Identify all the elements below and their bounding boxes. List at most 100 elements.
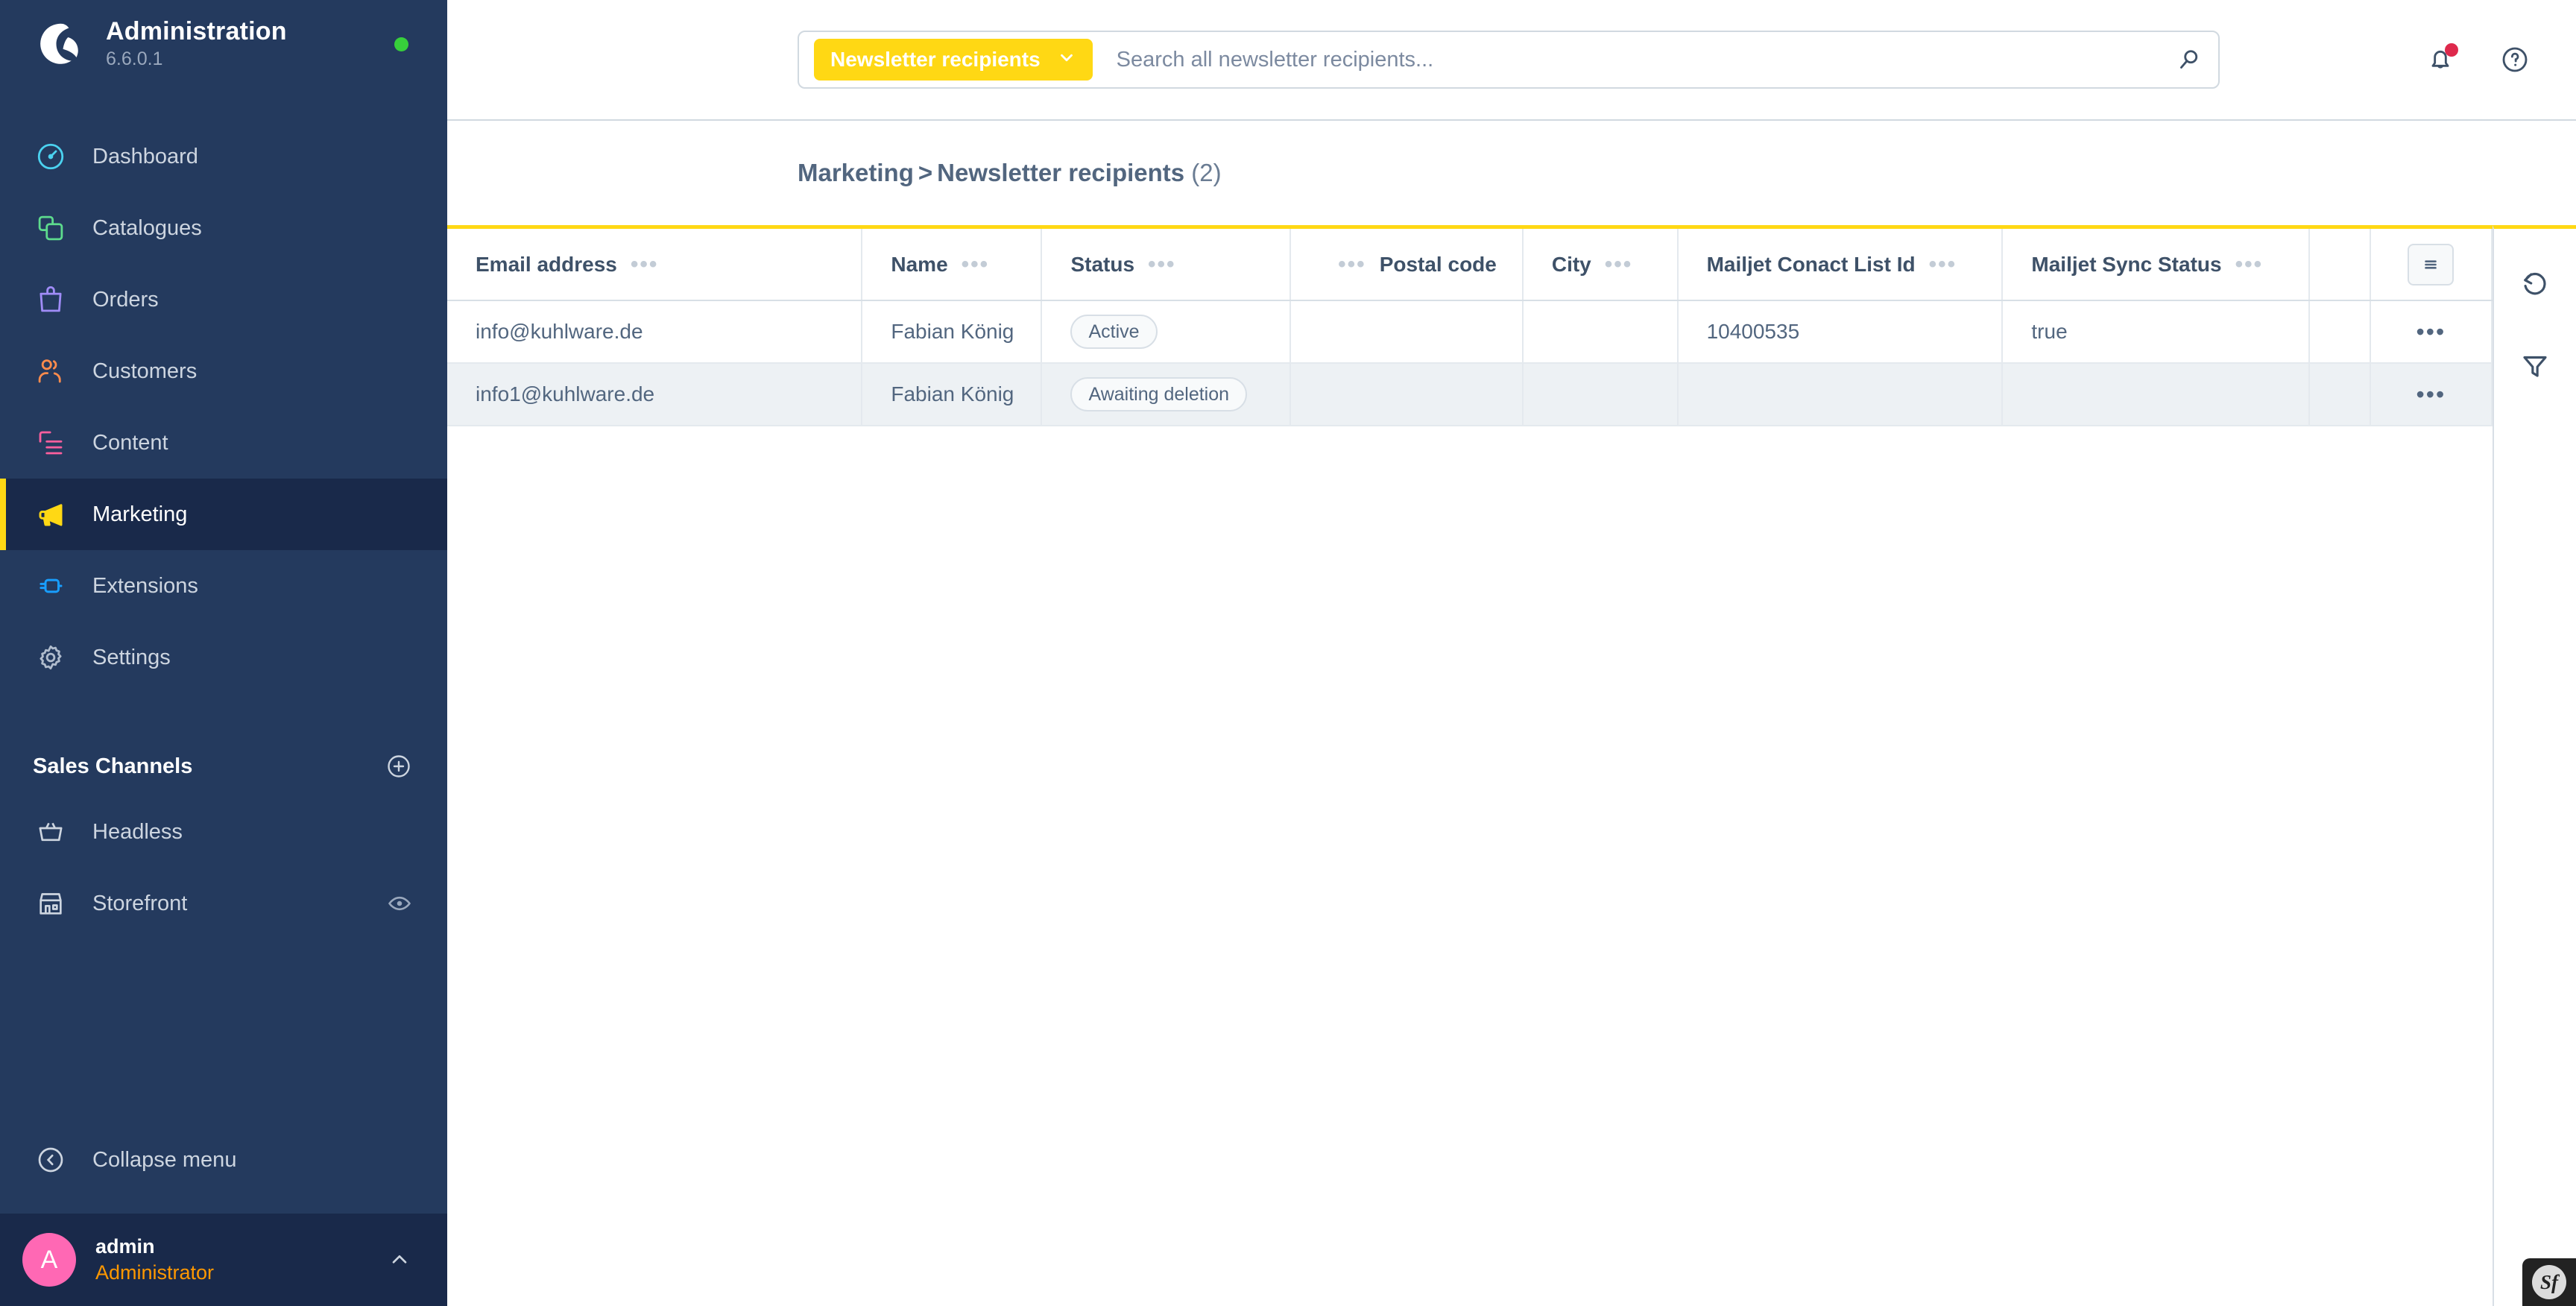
basket-icon bbox=[33, 814, 69, 850]
brand-header: Administration 6.6.0.1 bbox=[0, 0, 447, 88]
filter-funnel-icon[interactable] bbox=[2515, 345, 2555, 385]
sidebar-item-content[interactable]: Content bbox=[0, 407, 447, 479]
symfony-logo-icon: Sf bbox=[2532, 1265, 2566, 1299]
cell-mailjet-contact-list-id: 10400535 bbox=[1677, 300, 2004, 364]
main-navigation: Dashboard Catalogues Orders Customers Co… bbox=[0, 121, 447, 693]
cell-row-actions[interactable]: ••• bbox=[2370, 363, 2493, 426]
breadcrumb-parent[interactable]: Marketing bbox=[798, 159, 914, 186]
cell-email-address[interactable]: info1@kuhlware.de bbox=[447, 363, 863, 426]
sidebar-item-storefront[interactable]: Storefront bbox=[0, 868, 447, 939]
content-area: Email address ••• Name ••• Status ••• Po… bbox=[447, 225, 2576, 1306]
record-count: (2) bbox=[1191, 159, 1222, 186]
sidebar-item-label: Catalogues bbox=[92, 215, 202, 240]
cell-spacer bbox=[2309, 363, 2371, 426]
sidebar-item-label: Marketing bbox=[92, 502, 188, 526]
cell-email-address[interactable]: info@kuhlware.de bbox=[447, 300, 863, 364]
sidebar-item-dashboard[interactable]: Dashboard bbox=[0, 121, 447, 192]
catalogue-stack-icon bbox=[33, 210, 69, 246]
avatar-initial: A bbox=[40, 1245, 58, 1274]
sidebar-item-label: Content bbox=[92, 430, 168, 455]
column-menu-icon[interactable]: ••• bbox=[1338, 253, 1366, 276]
table-row[interactable]: info@kuhlware.de Fabian König Active 104… bbox=[447, 300, 2493, 364]
data-grid-zone: Email address ••• Name ••• Status ••• Po… bbox=[447, 225, 2493, 1306]
column-header-city[interactable]: City ••• bbox=[1522, 229, 1679, 301]
brand-version: 6.6.0.1 bbox=[106, 48, 163, 69]
column-header-email-address[interactable]: Email address ••• bbox=[447, 229, 863, 301]
column-header-settings[interactable] bbox=[2370, 229, 2493, 301]
column-label: City bbox=[1551, 252, 1591, 276]
sidebar-item-marketing[interactable]: Marketing bbox=[0, 479, 447, 550]
bell-icon[interactable] bbox=[2421, 40, 2460, 79]
column-header-name[interactable]: Name ••• bbox=[862, 229, 1043, 301]
settings-gear-icon bbox=[33, 640, 69, 675]
chevron-up-icon[interactable] bbox=[385, 1245, 414, 1275]
eye-icon[interactable] bbox=[385, 889, 414, 918]
collapse-menu-label: Collapse menu bbox=[92, 1147, 237, 1172]
sidebar-item-label: Storefront bbox=[92, 891, 188, 915]
search-icon[interactable] bbox=[2169, 40, 2209, 80]
chevron-left-circle-icon bbox=[33, 1142, 69, 1178]
plus-circle-icon[interactable] bbox=[383, 751, 414, 782]
table-row[interactable]: info1@kuhlware.de Fabian König Awaiting … bbox=[447, 363, 2493, 426]
sidebar-item-catalogues[interactable]: Catalogues bbox=[0, 192, 447, 264]
cell-status: Active bbox=[1041, 300, 1292, 364]
column-menu-icon[interactable]: ••• bbox=[1148, 253, 1176, 276]
row-context-menu-icon[interactable]: ••• bbox=[2416, 381, 2446, 408]
column-label: Mailjet Sync Status bbox=[2031, 252, 2222, 276]
storefront-icon bbox=[33, 886, 69, 921]
global-search-bar: Newsletter recipients bbox=[798, 31, 2220, 89]
column-header-mailjet-contact-list-id[interactable]: Mailjet Conact List Id ••• bbox=[1677, 229, 2004, 301]
user-role: Administrator bbox=[95, 1261, 215, 1284]
refresh-icon[interactable] bbox=[2515, 263, 2555, 303]
cell-status: Awaiting deletion bbox=[1041, 363, 1292, 426]
app-root: Administration 6.6.0.1 Dashboard Catalog… bbox=[0, 0, 2576, 1306]
column-menu-icon[interactable]: ••• bbox=[1929, 253, 1957, 276]
column-settings-icon[interactable] bbox=[2408, 243, 2455, 286]
chevron-down-icon bbox=[1057, 48, 1076, 72]
column-menu-icon[interactable]: ••• bbox=[1605, 253, 1633, 276]
question-circle-icon[interactable] bbox=[2496, 40, 2534, 79]
sidebar-item-label: Extensions bbox=[92, 573, 198, 598]
column-header-mailjet-sync-status[interactable]: Mailjet Sync Status ••• bbox=[2002, 229, 2311, 301]
cell-row-actions[interactable]: ••• bbox=[2370, 300, 2493, 364]
column-label: Mailjet Conact List Id bbox=[1706, 252, 1916, 276]
collapse-menu-button[interactable]: Collapse menu bbox=[0, 1124, 447, 1196]
sidebar-item-label: Orders bbox=[92, 287, 159, 312]
status-badge: Active bbox=[1070, 315, 1158, 349]
column-label: Postal code bbox=[1379, 252, 1497, 276]
sidebar-item-settings[interactable]: Settings bbox=[0, 622, 447, 693]
status-badge: Awaiting deletion bbox=[1070, 377, 1248, 411]
brand-title: Administration bbox=[106, 16, 287, 45]
sales-channels-title: Sales Channels bbox=[33, 754, 193, 778]
search-input[interactable] bbox=[1092, 47, 2169, 72]
orders-bag-icon bbox=[33, 282, 69, 318]
column-header-postal-code[interactable]: Postal code ••• bbox=[1290, 229, 1524, 301]
column-header-status[interactable]: Status ••• bbox=[1041, 229, 1292, 301]
symfony-profiler-badge[interactable]: Sf bbox=[2522, 1258, 2576, 1306]
search-scope-label: Newsletter recipients bbox=[830, 48, 1041, 71]
topbar-actions bbox=[2421, 0, 2534, 119]
sidebar-item-headless[interactable]: Headless bbox=[0, 796, 447, 868]
sidebar-item-label: Settings bbox=[92, 645, 171, 669]
user-profile-bar[interactable]: A admin Administrator bbox=[0, 1214, 447, 1306]
cell-city bbox=[1522, 300, 1679, 364]
status-indicator-dot bbox=[394, 37, 408, 51]
table-body: info@kuhlware.de Fabian König Active 104… bbox=[447, 300, 2493, 426]
row-context-menu-icon[interactable]: ••• bbox=[2416, 318, 2446, 345]
sidebar-item-extensions[interactable]: Extensions bbox=[0, 550, 447, 622]
cell-name: Fabian König bbox=[862, 363, 1043, 426]
sales-channels-section-header: Sales Channels bbox=[0, 736, 447, 796]
column-label: Email address bbox=[476, 252, 617, 276]
search-scope-selector[interactable]: Newsletter recipients bbox=[814, 39, 1093, 81]
sidebar-item-orders[interactable]: Orders bbox=[0, 264, 447, 335]
column-menu-icon[interactable]: ••• bbox=[962, 253, 990, 276]
page-title: Newsletter recipients bbox=[937, 159, 1185, 186]
column-menu-icon[interactable]: ••• bbox=[2235, 253, 2264, 276]
cell-mailjet-sync-status bbox=[2002, 363, 2311, 426]
column-menu-icon[interactable]: ••• bbox=[631, 253, 659, 276]
main-area: Newsletter recipients Search all newslet… bbox=[447, 0, 2576, 1306]
column-label: Status bbox=[1070, 252, 1135, 276]
sidebar-item-customers[interactable]: Customers bbox=[0, 335, 447, 407]
user-name: admin bbox=[95, 1234, 155, 1258]
dashboard-gauge-icon bbox=[33, 139, 69, 174]
